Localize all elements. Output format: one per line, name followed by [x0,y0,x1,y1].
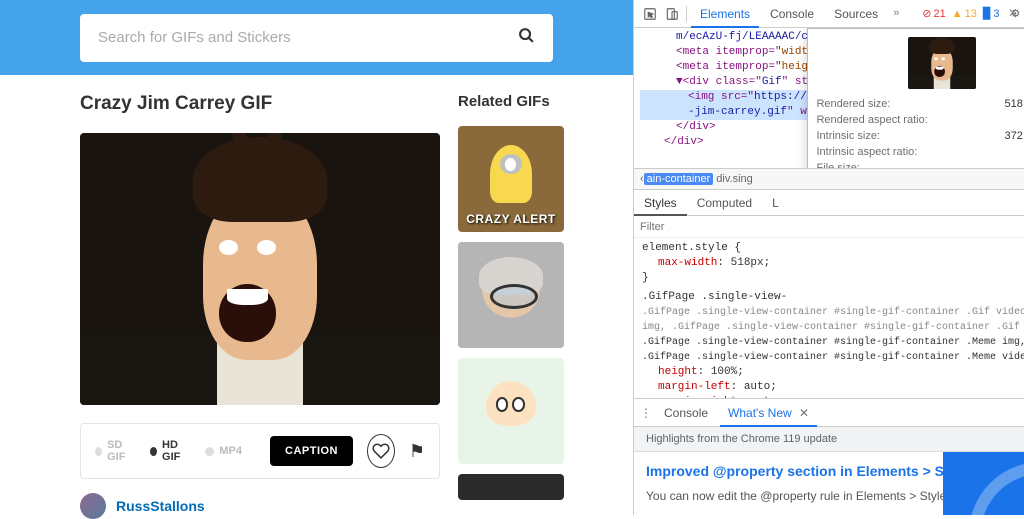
tooltip-thumbnail [908,37,976,89]
devtools-panel: Elements Console Sources » ⊘ 21 ▲ 13 ▉ 3… [633,0,1024,515]
format-sd-gif[interactable]: SD GIF [95,439,136,463]
caption-button[interactable]: CAPTION [270,436,353,466]
related-gif-2[interactable] [458,242,564,348]
tab-more[interactable]: L [762,190,789,216]
breadcrumb[interactable]: ‹ ain-container div.sing › [634,168,1024,190]
favorite-button[interactable] [367,434,395,468]
related-title: Related GIFs [458,93,564,110]
tenor-page: Crazy Jim Carrey GIF SD GIF HD GIF MP4 C… [0,0,633,515]
format-mp4[interactable]: MP4 [205,445,242,457]
styles-pane[interactable]: element.style { max-width: 518px; } .Gif… [634,238,1024,398]
devtools-toolbar: Elements Console Sources » ⊘ 21 ▲ 13 ▉ 3… [634,0,1024,28]
error-badge[interactable]: ⊘ 21 [922,7,945,20]
avatar [80,493,106,519]
highlights-bar: Highlights from the Chrome 119 update [634,427,1024,452]
search-input[interactable] [98,29,518,46]
related-column: Related GIFs CRAZY ALERT [458,93,564,519]
drawer-tab-console[interactable]: Console [656,399,716,427]
crumb-item[interactable]: div.sing [713,173,755,185]
tab-console[interactable]: Console [761,0,823,28]
page-title: Crazy Jim Carrey GIF [80,93,440,115]
tab-computed[interactable]: Computed [687,190,762,216]
format-bar: SD GIF HD GIF MP4 CAPTION ⚑ [80,423,440,479]
styles-filter-row [634,216,1024,238]
format-label: SD GIF [107,439,136,463]
drawer-menu-icon[interactable]: ⋮ [640,406,652,420]
whatsnew-art[interactable] [943,452,1024,515]
flag-button[interactable]: ⚑ [409,441,425,462]
tab-styles[interactable]: Styles [634,190,687,216]
gif-overlay-text: CRAZY ALERT [458,212,564,226]
format-hd-gif[interactable]: HD GIF [150,439,191,463]
related-gif-4[interactable] [458,474,564,500]
main-column: Crazy Jim Carrey GIF SD GIF HD GIF MP4 C… [80,93,440,519]
format-label: MP4 [219,445,242,457]
more-tabs-icon[interactable]: » [889,8,904,20]
image-preview-tooltip: Rendered size:518 × 390 px Rendered aspe… [807,28,1024,168]
uploader-row[interactable]: RussStallons [80,493,440,519]
warning-badge[interactable]: ▲ 13 [952,8,977,20]
close-icon[interactable]: ✕ [799,406,809,420]
header-bar [0,0,633,75]
crumb-item[interactable]: ain-container [644,173,714,185]
related-gif-3[interactable] [458,358,564,464]
drawer: ⋮ Console What's New ✕ ✕ Highlights from… [634,398,1024,515]
drawer-tab-whatsnew[interactable]: What's New ✕ [720,399,817,427]
main-gif[interactable] [80,133,440,405]
styles-tabs: Styles Computed L [634,190,1024,216]
tab-sources[interactable]: Sources [825,0,887,28]
tab-elements[interactable]: Elements [691,0,759,28]
elements-tree[interactable]: m/ecAzU-fj/LEAAAAC/crazy-jim-carrey.gif"… [634,28,1024,168]
device-icon[interactable] [662,4,682,24]
styles-filter-input[interactable] [640,221,720,233]
username: RussStallons [116,498,205,514]
search-icon[interactable] [518,27,535,49]
related-gif-1[interactable]: CRAZY ALERT [458,126,564,232]
drawer-body: Improved @property section in Elements >… [634,452,1024,515]
drawer-close-icon[interactable]: ✕ [1008,6,1018,20]
issues-badge[interactable]: ▉ 3 [983,7,1000,20]
format-label: HD GIF [162,439,191,463]
inspect-icon[interactable] [640,4,660,24]
search-box[interactable] [80,14,553,62]
